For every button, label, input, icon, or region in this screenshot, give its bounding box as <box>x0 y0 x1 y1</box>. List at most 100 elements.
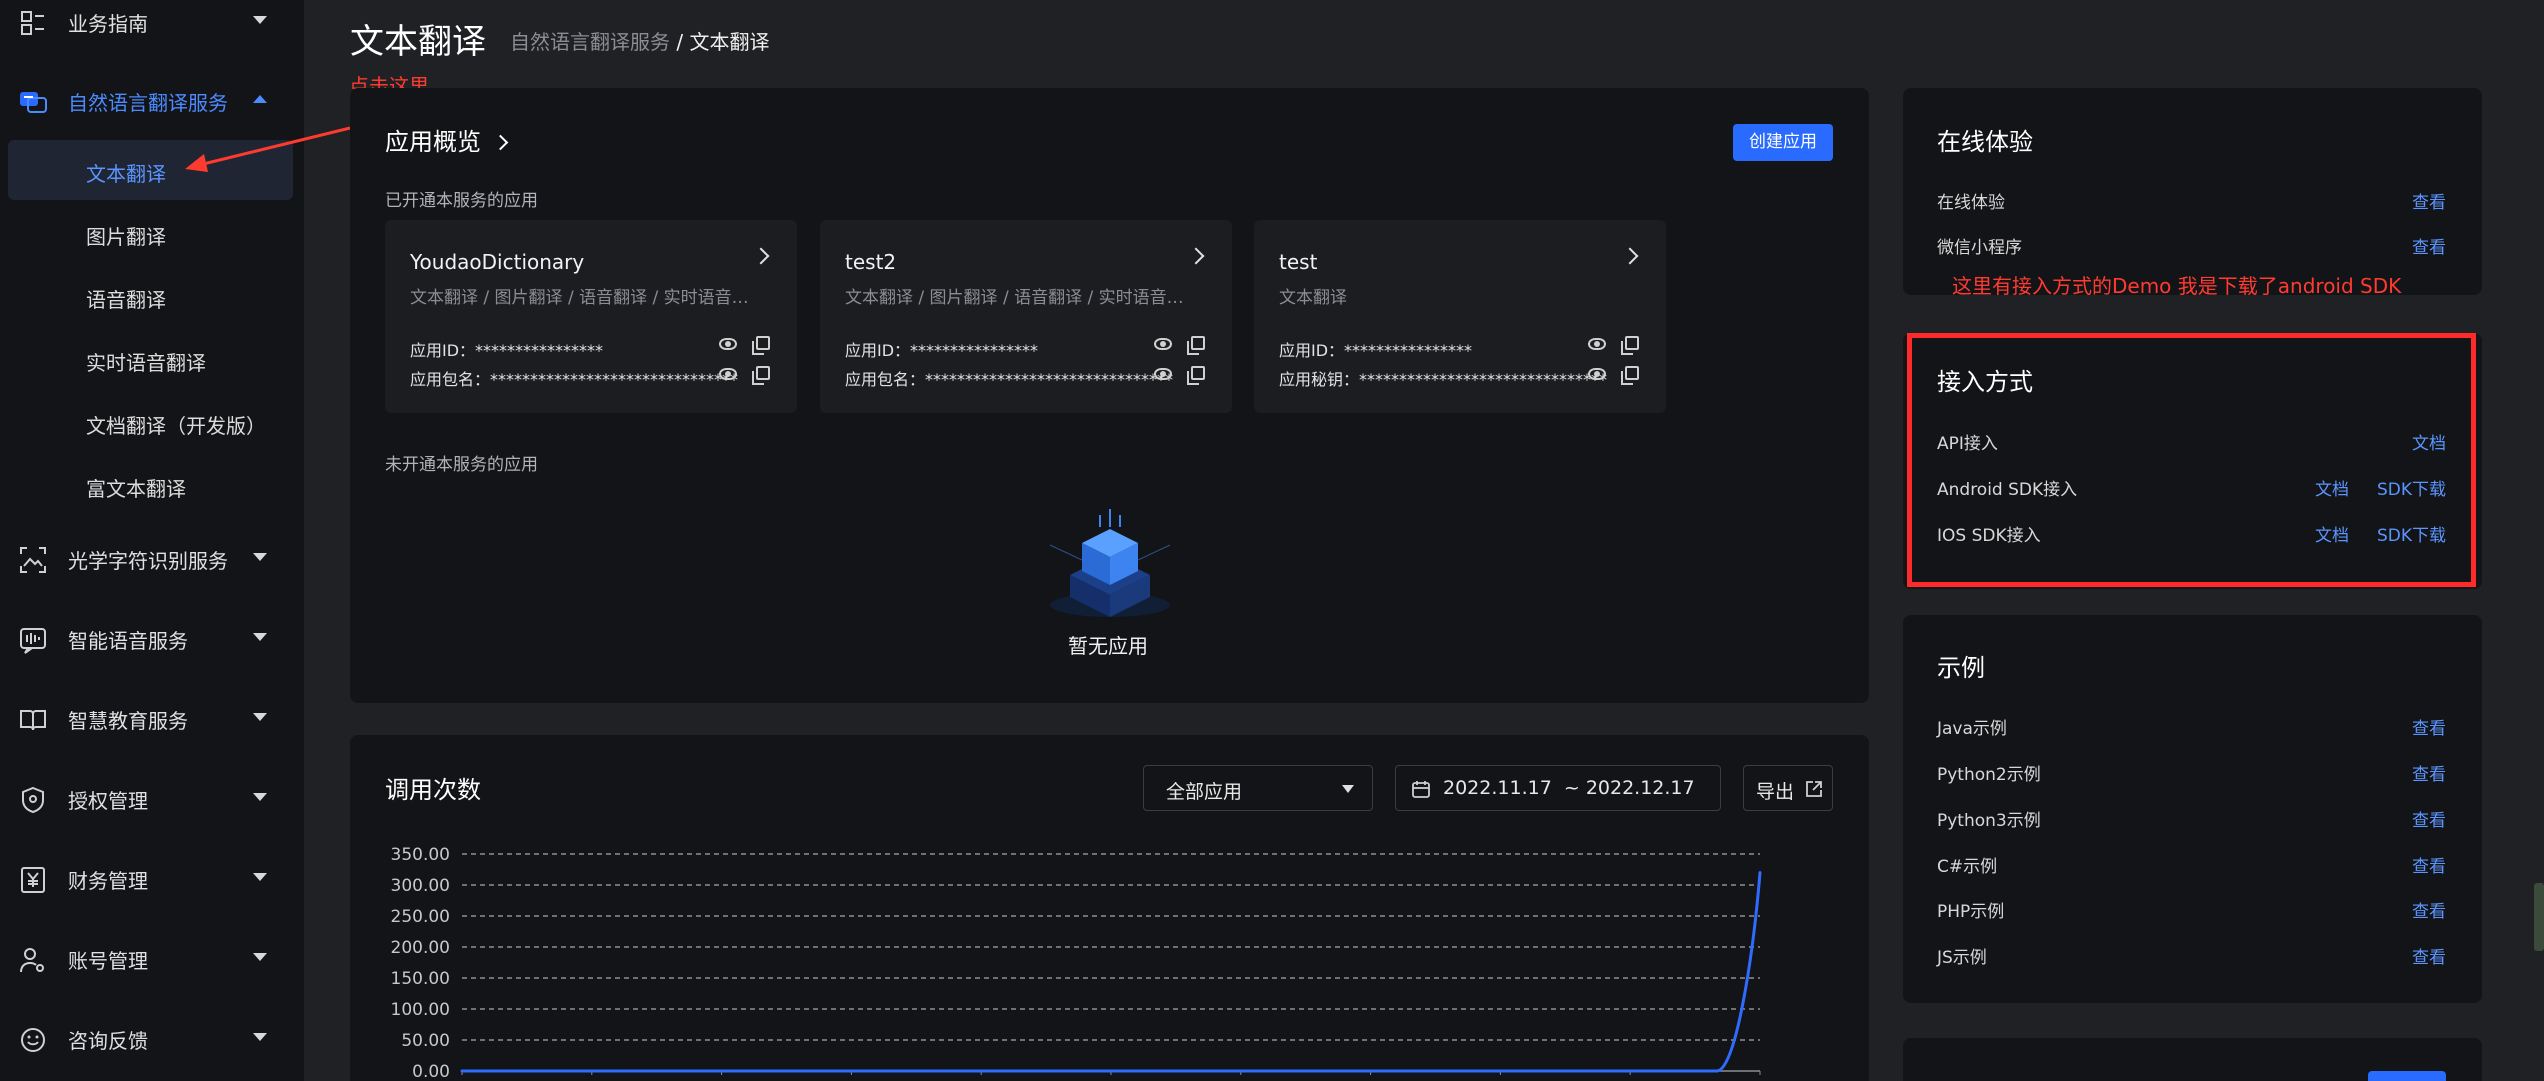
sidebar-item-label: 语音翻译 <box>86 288 166 312</box>
chart-point <box>849 1069 853 1073</box>
breadcrumb-parent[interactable]: 自然语言翻译服务 <box>510 30 670 54</box>
sidebar-item-image-translation[interactable]: 图片翻译 <box>8 203 293 263</box>
app-card[interactable]: test 文本翻译 应用ID：**************** 应用秘钥：***… <box>1254 220 1666 413</box>
app-package-row: 应用包名：******************************* <box>410 366 738 390</box>
annotation-arrow <box>185 126 351 172</box>
date-range-picker[interactable]: 2022.11.17 ~ 2022.12.17 <box>1395 765 1721 811</box>
nav-ocr-service[interactable]: 光学字符识别服务 <box>0 531 304 587</box>
sidebar-item-realtime-speech[interactable]: 实时语音翻译 <box>8 329 293 389</box>
chart-point <box>460 1069 464 1073</box>
nav-label: 账号管理 <box>68 948 148 973</box>
chart-point <box>590 1069 594 1073</box>
example-python2-link[interactable]: 查看 <box>2412 760 2446 785</box>
app-overview-title[interactable]: 应用概览 <box>385 122 508 157</box>
miniprogram-view-link[interactable]: 查看 <box>2412 233 2446 258</box>
sidebar-item-label: 实时语音翻译 <box>86 351 206 375</box>
copy-icon[interactable] <box>1621 336 1639 355</box>
sidebar-item-label: 文本翻译 <box>86 162 166 186</box>
nav-business-guide[interactable]: 业务指南 <box>0 0 304 50</box>
nav-authorization[interactable]: 授权管理 <box>0 771 304 827</box>
app-services: 文本翻译 / 图片翻译 / 语音翻译 / 实时语音翻译 / 文档翻译 <box>845 288 1200 308</box>
nav-finance[interactable]: 财务管理 <box>0 851 304 907</box>
app-services: 文本翻译 <box>1279 288 1347 308</box>
chevron-right-icon[interactable] <box>1621 247 1639 265</box>
export-label: 导出 <box>1756 781 1795 803</box>
eye-icon[interactable] <box>1154 368 1172 380</box>
nav-label: 智慧教育服务 <box>68 708 188 733</box>
chevron-down-icon <box>253 1033 267 1041</box>
image-scan-icon <box>18 545 48 575</box>
chevron-right-icon[interactable] <box>752 247 770 265</box>
ios-sdk-label: IOS SDK接入 <box>1937 526 2041 546</box>
chart-point <box>1585 1069 1589 1073</box>
app-select[interactable]: 全部应用 <box>1143 765 1373 811</box>
chart-point <box>503 1069 507 1073</box>
example-csharp-link[interactable]: 查看 <box>2412 852 2446 877</box>
example-java-label: Java示例 <box>1937 719 2007 739</box>
chevron-up-icon <box>253 95 267 103</box>
y-tick-label: 100.00 <box>391 1000 450 1020</box>
app-id-row: 应用ID：**************** <box>1279 337 1472 361</box>
sidebar-item-speech-translation[interactable]: 语音翻译 <box>8 266 293 326</box>
android-sdk-download-link[interactable]: SDK下载 <box>2377 475 2446 500</box>
chart-point <box>1196 1069 1200 1073</box>
export-button[interactable]: 导出 <box>1743 765 1833 811</box>
eye-icon[interactable] <box>1154 338 1172 350</box>
api-doc-link[interactable]: 文档 <box>2412 429 2446 454</box>
chart-point <box>720 1069 724 1073</box>
example-python2-label: Python2示例 <box>1937 765 2041 785</box>
create-app-button[interactable]: 创建应用 <box>1733 124 1833 161</box>
voice-wave-icon <box>18 625 48 655</box>
nav-education-service[interactable]: 智慧教育服务 <box>0 691 304 747</box>
nav-label: 业务指南 <box>68 11 148 36</box>
copy-icon[interactable] <box>752 366 770 385</box>
chevron-down-icon <box>253 793 267 801</box>
chevron-down-icon <box>253 953 267 961</box>
example-js-link[interactable]: 查看 <box>2412 943 2446 968</box>
nav-account[interactable]: 账号管理 <box>0 931 304 987</box>
sidebar-item-document-translation[interactable]: 文档翻译（开发版） <box>8 392 293 452</box>
app-select-value: 全部应用 <box>1166 781 1243 803</box>
chevron-down-icon <box>1342 785 1354 793</box>
eye-icon[interactable] <box>1588 338 1606 350</box>
sidebar-item-richtext-translation[interactable]: 富文本翻译 <box>8 455 293 515</box>
calendar-icon <box>1412 781 1430 798</box>
nav-feedback[interactable]: 咨询反馈 <box>0 1011 304 1067</box>
example-php-label: PHP示例 <box>1937 902 2005 922</box>
app-card[interactable]: test2 文本翻译 / 图片翻译 / 语音翻译 / 实时语音翻译 / 文档翻译… <box>820 220 1232 413</box>
online-view-link[interactable]: 查看 <box>2412 188 2446 213</box>
chart-point <box>806 1069 810 1073</box>
copy-icon[interactable] <box>1187 366 1205 385</box>
chevron-down-icon <box>253 16 267 24</box>
app-id-label: 应用ID： <box>1279 341 1345 360</box>
y-tick-label: 350.00 <box>391 845 450 865</box>
eye-icon[interactable] <box>719 368 737 380</box>
sidebar-item-label: 图片翻译 <box>86 225 166 249</box>
example-js-label: JS示例 <box>1937 948 1987 968</box>
copy-icon[interactable] <box>1621 366 1639 385</box>
ios-sdk-download-link[interactable]: SDK下载 <box>2377 521 2446 546</box>
eye-icon[interactable] <box>719 338 737 350</box>
copy-icon[interactable] <box>752 336 770 355</box>
scrollbar-handle[interactable] <box>2534 883 2544 951</box>
eye-icon[interactable] <box>1588 368 1606 380</box>
chart-point <box>1758 871 1762 875</box>
app-id-value: **************** <box>475 341 604 360</box>
example-python3-link[interactable]: 查看 <box>2412 806 2446 831</box>
example-java-link[interactable]: 查看 <box>2412 714 2446 739</box>
app-name: YoudaoDictionary <box>410 250 585 274</box>
chart-point <box>1498 1069 1502 1073</box>
ios-doc-link[interactable]: 文档 <box>2315 521 2349 546</box>
usage-line-chart: 350.00 300.00 250.00 200.00 150.00 100.00 50.0… <box>391 845 1762 1081</box>
chart-point <box>1628 1069 1632 1073</box>
android-doc-link[interactable]: 文档 <box>2315 475 2349 500</box>
online-experience-title: 在线体验 <box>1937 128 2033 156</box>
chevron-right-icon[interactable] <box>1187 247 1205 265</box>
example-php-link[interactable]: 查看 <box>2412 897 2446 922</box>
app-card[interactable]: YoudaoDictionary 文本翻译 / 图片翻译 / 语音翻译 / 实时… <box>385 220 797 413</box>
nav-voice-service[interactable]: 智能语音服务 <box>0 611 304 667</box>
bottom-panel-button[interactable] <box>2368 1071 2446 1081</box>
chart-point <box>936 1069 940 1073</box>
copy-icon[interactable] <box>1187 336 1205 355</box>
chart-point <box>1455 1069 1459 1073</box>
